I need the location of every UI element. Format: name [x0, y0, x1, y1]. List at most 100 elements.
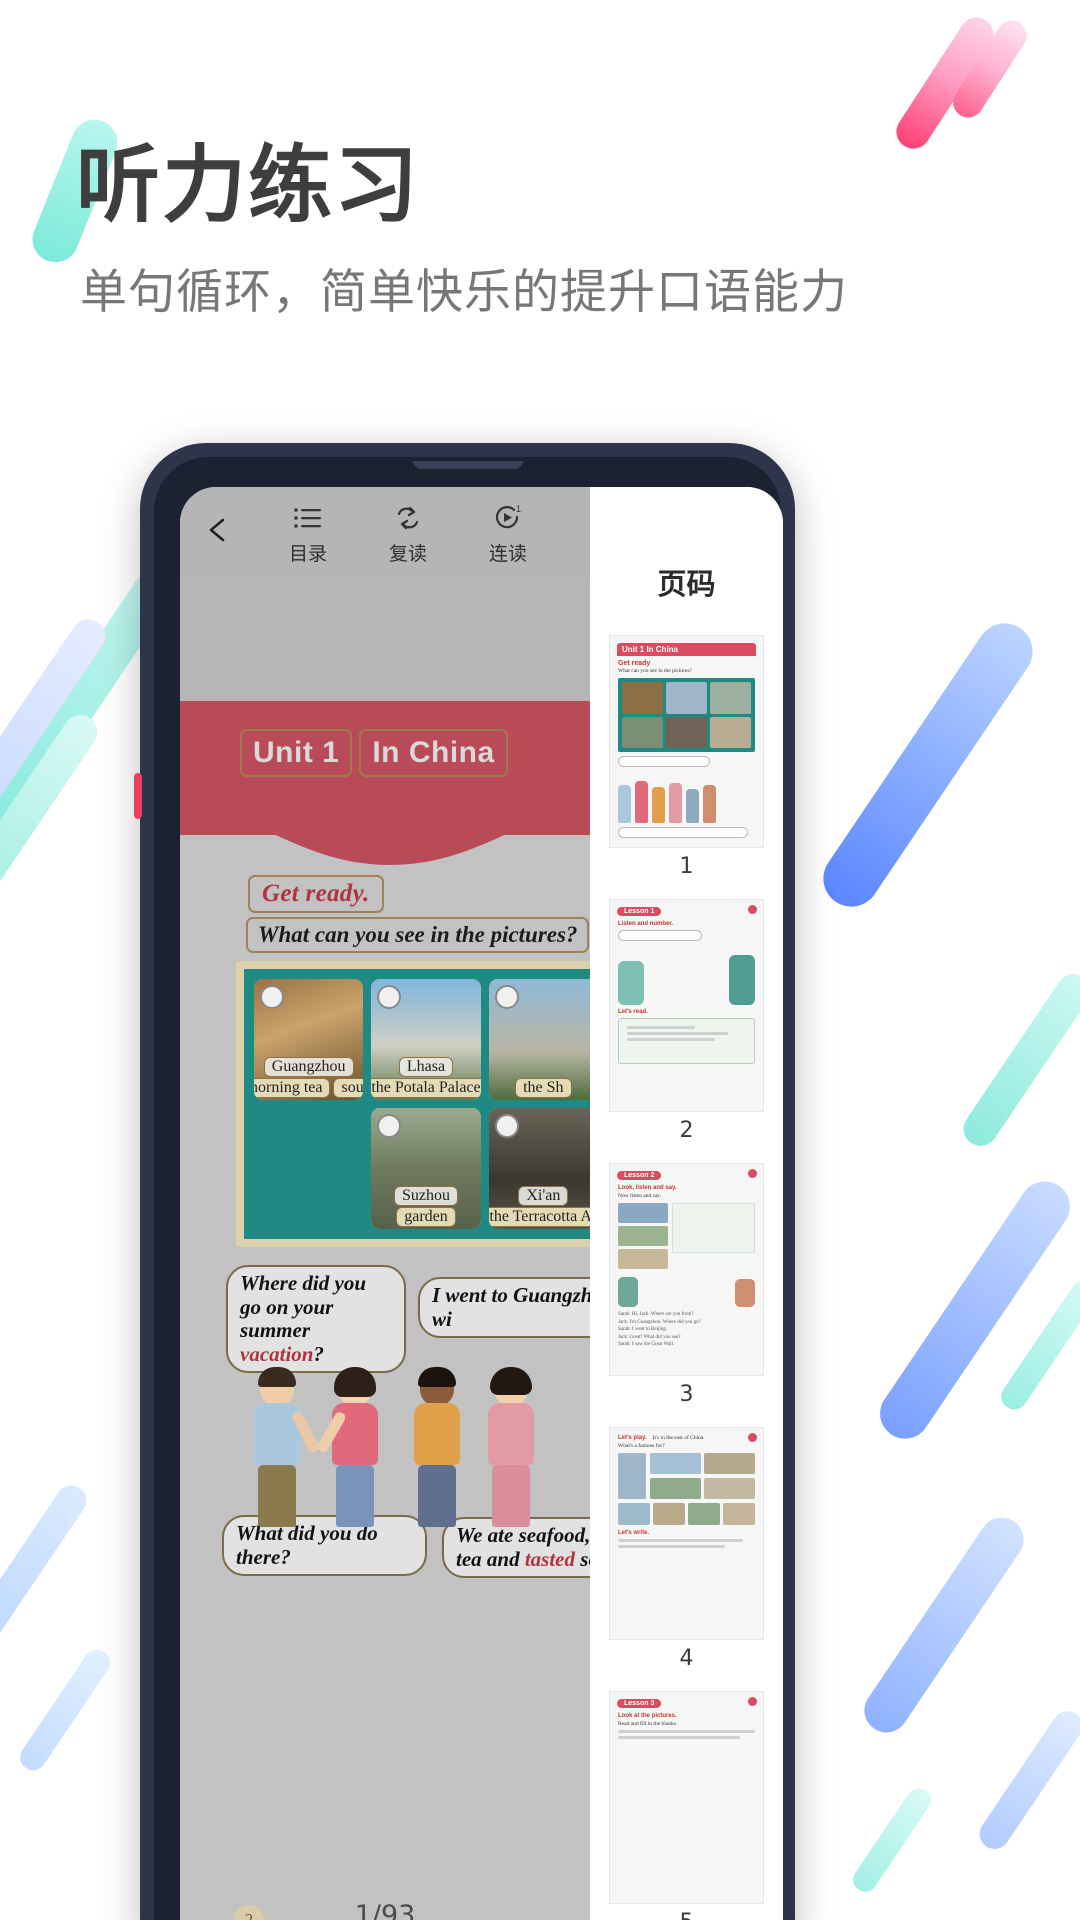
photo-card[interactable]: Guangzhou morning tea soup	[254, 979, 364, 1100]
thumb-photo-row	[618, 1503, 755, 1525]
photo-number-badge	[260, 985, 284, 1009]
thumbnail-preview[interactable]: Lesson 1 Listen and number. Let's read.	[609, 899, 764, 1112]
photo-number-badge	[377, 985, 402, 1009]
photo-tag-label: the Sh	[515, 1078, 572, 1098]
page-thumbnail-panel: 页码 Unit 1 In China Get ready What can yo…	[590, 487, 783, 1920]
prompt-label: What can you see in the pictures?	[246, 917, 590, 953]
photo-number-badge	[494, 1114, 519, 1138]
thumbnail-item[interactable]: Lesson 3 Look at the pictures. Read and …	[609, 1691, 764, 1920]
toolbar-item-catalog[interactable]: 目录	[262, 501, 354, 566]
thumb-subheading: Look, listen and say.	[618, 1185, 677, 1191]
decor-ribbon-cyan-right-3	[848, 1783, 936, 1897]
thumb-badge-icon	[748, 1169, 757, 1178]
phone-screen: 目录 复读 1 连读 Unit 1 In China Get ready. Wh…	[180, 487, 783, 1920]
child-figure	[414, 1367, 460, 1527]
page-top-margin	[180, 577, 590, 701]
photo-labels: Suzhou garden	[371, 1186, 480, 1227]
unit-banner-curve	[180, 787, 590, 917]
photo-city-label: Suzhou	[393, 1186, 458, 1206]
thumb-subheading: Look at the pictures.	[618, 1713, 677, 1719]
decor-ribbon-blue-right-2	[870, 1171, 1080, 1449]
back-button[interactable]	[206, 517, 232, 543]
thumb-note: It's in the east of China.	[652, 1435, 705, 1441]
unit-number: Unit 1	[240, 729, 353, 777]
photo-card[interactable]: Xi'an the Terracotta Ar	[488, 1108, 590, 1229]
toolbar-label-catalog: 目录	[288, 543, 327, 565]
thumb-heading: Lesson 1	[617, 907, 662, 916]
photo-labels: Xi'an the Terracotta Ar	[488, 1186, 590, 1227]
photo-card[interactable]: Lhasa the Potala Palace	[371, 979, 481, 1100]
phone-mockup: 目录 复读 1 连读 Unit 1 In China Get ready. Wh…	[134, 443, 795, 1920]
promo-screen: 听力练习 单句循环，简单快乐的提升口语能力 目录 复读 1 连读 Unit 1 …	[0, 0, 1080, 1920]
thumb-badge-icon	[748, 1433, 757, 1442]
photo-labels: the Sh	[489, 1078, 590, 1098]
panel-title: 页码	[657, 567, 716, 601]
thumbnail-preview[interactable]: Unit 1 In China Get ready What can you s…	[609, 635, 764, 848]
thumbnail-item[interactable]: Let's play. It's in the east of China. W…	[609, 1427, 764, 1671]
thumb-heading: Lesson 3	[617, 1699, 662, 1708]
child-figure	[315, 1367, 378, 1527]
decor-ribbon-blue-right-4	[973, 1705, 1080, 1855]
unit-title-group: Unit 1 In China	[240, 729, 508, 777]
toolbar-item-continuous[interactable]: 1 连读	[462, 501, 554, 566]
photo-tag-label: the Potala Palace	[371, 1078, 481, 1098]
photo-grid: Guangzhou morning tea soup	[244, 969, 590, 1239]
decor-ribbon-cyan-right-1	[956, 967, 1080, 1153]
thumbnail-number: 4	[679, 1646, 694, 1671]
decor-ribbon-blue-left-3	[0, 1479, 93, 1671]
thumbnail-item[interactable]: Unit 1 In China Get ready What can you s…	[609, 635, 764, 879]
toolbar-label-continuous: 连读	[488, 543, 527, 565]
play-circle-once-icon: 1	[462, 501, 554, 535]
phone-bezel: 目录 复读 1 连读 Unit 1 In China Get ready. Wh…	[154, 457, 783, 1920]
phone-side-button	[134, 773, 142, 819]
thumb-body-text: Sarah: Hi, Jack. Where are you from? Jac…	[618, 1312, 701, 1347]
reader-area: 目录 复读 1 连读 Unit 1 In China Get ready. Wh…	[180, 487, 590, 1920]
unit-name: In China	[359, 729, 508, 777]
thumbnail-number: 2	[679, 1118, 694, 1143]
thumb-subheading: Listen and number.	[618, 921, 674, 927]
child-figure	[254, 1367, 321, 1527]
bubble-text: I went to Guangzhou wi	[432, 1283, 590, 1331]
thumb-heading: Lesson 2	[617, 1171, 662, 1180]
photo-number-badge	[377, 1114, 402, 1138]
bubble-text: What did you do there?	[236, 1521, 378, 1569]
photo-number-badge	[494, 985, 519, 1009]
photo-city-label: Guangzhou	[263, 1057, 354, 1077]
thumbnail-number: 1	[679, 854, 694, 879]
thumb-subheading: Get ready	[618, 660, 651, 667]
bubble-text: Where did you go on your summer	[240, 1271, 366, 1343]
thumbnail-preview[interactable]: Let's play. It's in the east of China. W…	[609, 1427, 764, 1640]
photo-card[interactable]: the Sh	[488, 979, 590, 1100]
textbook-page[interactable]: Unit 1 In China Get ready. What can you …	[180, 577, 590, 1920]
thumb-note: Now listen and say.	[618, 1193, 662, 1199]
svg-text:1: 1	[516, 504, 521, 514]
photo-city-label: Lhasa	[398, 1057, 454, 1077]
photo-tag-label: the Terracotta Ar	[488, 1207, 590, 1227]
toolbar-item-repeat[interactable]: 复读	[362, 501, 454, 566]
thumb-subheading: What's a famous for?	[618, 1443, 665, 1449]
thumbnail-item[interactable]: Lesson 2 Look, listen and say. Now liste…	[609, 1163, 764, 1407]
photo-labels: Guangzhou morning tea soup	[254, 1057, 364, 1098]
thumbnail-list[interactable]: Unit 1 In China Get ready What can you s…	[590, 635, 783, 1920]
thumb-photo-grid	[618, 678, 755, 752]
photo-tag-label: garden	[396, 1207, 456, 1227]
thumb-badge-icon	[748, 1697, 757, 1706]
bubble-highlight: tasted	[524, 1546, 576, 1571]
thumbnail-preview[interactable]: Lesson 3 Look at the pictures. Read and …	[609, 1691, 764, 1904]
photo-city-label: Xi'an	[518, 1186, 569, 1206]
photo-card[interactable]: Suzhou garden	[371, 1108, 481, 1229]
chevron-left-icon	[209, 518, 225, 542]
thumbnail-item[interactable]: Lesson 1 Listen and number. Let's read.	[609, 899, 764, 1143]
photo-tag-label: soup	[333, 1078, 364, 1098]
phone-notch	[412, 461, 523, 469]
decor-ribbon-blue-right-3	[855, 1509, 1033, 1741]
photo-frame: Guangzhou morning tea soup	[236, 961, 590, 1247]
page-counter: 1/93	[354, 1900, 416, 1920]
page-title: 听力练习	[76, 136, 421, 234]
list-icon	[262, 501, 354, 535]
get-ready-label: Get ready.	[248, 875, 384, 913]
thumb-note: What can you see in the pictures?	[618, 668, 692, 674]
thumbnail-preview[interactable]: Lesson 2 Look, listen and say. Now liste…	[609, 1163, 764, 1376]
toolbar-label-repeat: 复读	[388, 543, 427, 565]
child-figure	[488, 1367, 534, 1527]
